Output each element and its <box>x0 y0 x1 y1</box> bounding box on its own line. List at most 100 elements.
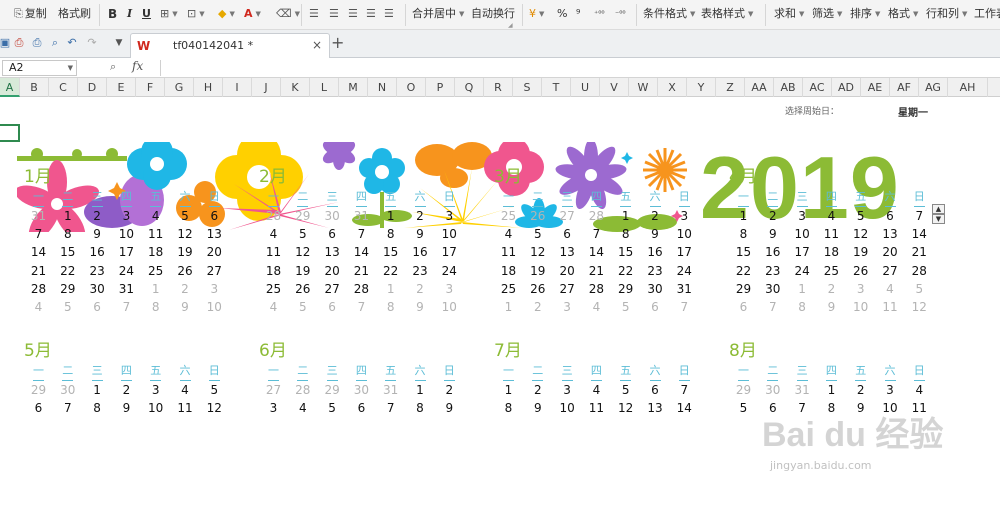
day-cell[interactable]: 5 <box>318 399 347 417</box>
day-cell[interactable]: 16 <box>83 243 112 261</box>
day-cell[interactable]: 12 <box>846 225 875 243</box>
day-cell[interactable]: 6 <box>200 207 229 225</box>
adjacent-month-day-cell[interactable]: 3 <box>200 280 229 298</box>
adjacent-month-day-cell[interactable]: 29 <box>288 207 317 225</box>
quick-access-menu-icon[interactable]: ▼ <box>112 36 126 50</box>
adjacent-month-day-cell[interactable]: 2 <box>817 280 846 298</box>
day-cell[interactable]: 6 <box>347 399 376 417</box>
day-cell[interactable]: 11 <box>494 243 523 261</box>
format-button[interactable]: 格式 ▼ <box>888 4 918 24</box>
column-header-o[interactable]: O <box>397 78 426 97</box>
day-cell[interactable]: 8 <box>406 399 435 417</box>
adjacent-month-day-cell[interactable]: 3 <box>553 298 582 316</box>
day-cell[interactable]: 22 <box>53 262 82 280</box>
column-header-s[interactable]: S <box>513 78 542 97</box>
day-cell[interactable]: 28 <box>347 280 376 298</box>
column-header-q[interactable]: Q <box>455 78 484 97</box>
day-cell[interactable]: 6 <box>24 399 53 417</box>
adjacent-month-day-cell[interactable]: 5 <box>53 298 82 316</box>
day-cell[interactable]: 25 <box>259 280 288 298</box>
number-format-button[interactable]: ¥ ▼ <box>529 4 544 24</box>
clear-format-button[interactable]: ⌫ ▼ <box>276 4 300 24</box>
day-cell[interactable]: 21 <box>347 262 376 280</box>
adjacent-month-day-cell[interactable]: 1 <box>494 298 523 316</box>
column-header-ah[interactable]: AH <box>948 78 988 97</box>
column-header-y[interactable]: Y <box>687 78 716 97</box>
day-cell[interactable]: 23 <box>83 262 112 280</box>
day-cell[interactable]: 10 <box>435 225 464 243</box>
day-cell[interactable]: 10 <box>112 225 141 243</box>
adjacent-month-day-cell[interactable]: 30 <box>53 381 82 399</box>
column-header-g[interactable]: G <box>165 78 194 97</box>
worksheet-area[interactable]: 选择周始日： 星期一 2019 ▲ ▼ 1月 一 二 三 四 五 六 日 31 … <box>0 97 1000 505</box>
day-cell[interactable]: 9 <box>758 225 787 243</box>
thousands-button[interactable]: ⁹ <box>576 4 580 24</box>
day-cell[interactable]: 3 <box>670 207 699 225</box>
adjacent-month-day-cell[interactable]: 6 <box>318 298 347 316</box>
column-header-l[interactable]: L <box>310 78 339 97</box>
column-header-j[interactable]: J <box>252 78 281 97</box>
day-cell[interactable]: 13 <box>318 243 347 261</box>
wrap-text-button[interactable]: 自动换行 <box>471 4 515 24</box>
day-cell[interactable]: 14 <box>670 399 699 417</box>
day-cell[interactable]: 4 <box>288 399 317 417</box>
day-cell[interactable]: 11 <box>259 243 288 261</box>
day-cell[interactable]: 7 <box>582 225 611 243</box>
day-cell[interactable]: 11 <box>817 225 846 243</box>
day-cell[interactable]: 11 <box>141 225 170 243</box>
day-cell[interactable]: 1 <box>83 381 112 399</box>
bold-button[interactable]: B <box>108 4 117 24</box>
day-cell[interactable]: 18 <box>817 243 846 261</box>
day-cell[interactable]: 21 <box>582 262 611 280</box>
underline-button[interactable]: U <box>142 4 151 24</box>
insert-function-button[interactable]: fx <box>132 59 143 73</box>
day-cell[interactable]: 20 <box>200 243 229 261</box>
day-cell[interactable]: 7 <box>670 381 699 399</box>
day-cell[interactable]: 5 <box>846 207 875 225</box>
day-cell[interactable]: 2 <box>112 381 141 399</box>
day-cell[interactable]: 24 <box>112 262 141 280</box>
adjacent-month-day-cell[interactable]: 31 <box>24 207 53 225</box>
day-cell[interactable]: 9 <box>83 225 112 243</box>
adjacent-month-day-cell[interactable]: 2 <box>406 280 435 298</box>
column-header-b[interactable]: B <box>20 78 49 97</box>
zoom-icon[interactable]: ⌕ <box>110 60 116 74</box>
day-cell[interactable]: 12 <box>611 399 640 417</box>
format-painter-button[interactable]: 格式刷 <box>58 4 91 24</box>
adjacent-month-day-cell[interactable]: 30 <box>347 381 376 399</box>
adjacent-month-day-cell[interactable]: 30 <box>318 207 347 225</box>
day-cell[interactable]: 7 <box>53 399 82 417</box>
day-cell[interactable]: 18 <box>259 262 288 280</box>
day-cell[interactable]: 14 <box>905 225 934 243</box>
day-cell[interactable]: 3 <box>435 207 464 225</box>
adjacent-month-day-cell[interactable]: 6 <box>83 298 112 316</box>
day-cell[interactable]: 21 <box>24 262 53 280</box>
adjacent-month-day-cell[interactable]: 9 <box>171 298 200 316</box>
dialog-launcher-icon[interactable]: ◢ <box>508 22 513 29</box>
column-header-f[interactable]: F <box>136 78 165 97</box>
day-cell[interactable]: 20 <box>318 262 347 280</box>
day-cell[interactable]: 23 <box>641 262 670 280</box>
day-cell[interactable]: 11 <box>582 399 611 417</box>
day-cell[interactable]: 12 <box>200 399 229 417</box>
column-header-i[interactable]: I <box>223 78 252 97</box>
adjacent-month-day-cell[interactable]: 30 <box>758 381 787 399</box>
day-cell[interactable]: 19 <box>846 243 875 261</box>
day-cell[interactable]: 29 <box>53 280 82 298</box>
day-cell[interactable]: 27 <box>876 262 905 280</box>
column-header-r[interactable]: R <box>484 78 513 97</box>
day-cell[interactable]: 8 <box>729 225 758 243</box>
align-center-button[interactable]: ☰ <box>329 4 339 24</box>
day-cell[interactable]: 7 <box>24 225 53 243</box>
adjacent-month-day-cell[interactable]: 10 <box>435 298 464 316</box>
redo-icon[interactable]: ↷ <box>85 36 99 50</box>
day-cell[interactable]: 14 <box>582 243 611 261</box>
day-cell[interactable]: 9 <box>641 225 670 243</box>
conditional-format-button[interactable]: 条件格式 ▼ <box>643 4 695 24</box>
adjacent-month-day-cell[interactable]: 8 <box>376 298 405 316</box>
day-cell[interactable]: 3 <box>788 207 817 225</box>
day-cell[interactable]: 12 <box>171 225 200 243</box>
column-header-u[interactable]: U <box>571 78 600 97</box>
document-tab[interactable]: W tf040142041 * × <box>130 33 330 58</box>
day-cell[interactable]: 14 <box>24 243 53 261</box>
